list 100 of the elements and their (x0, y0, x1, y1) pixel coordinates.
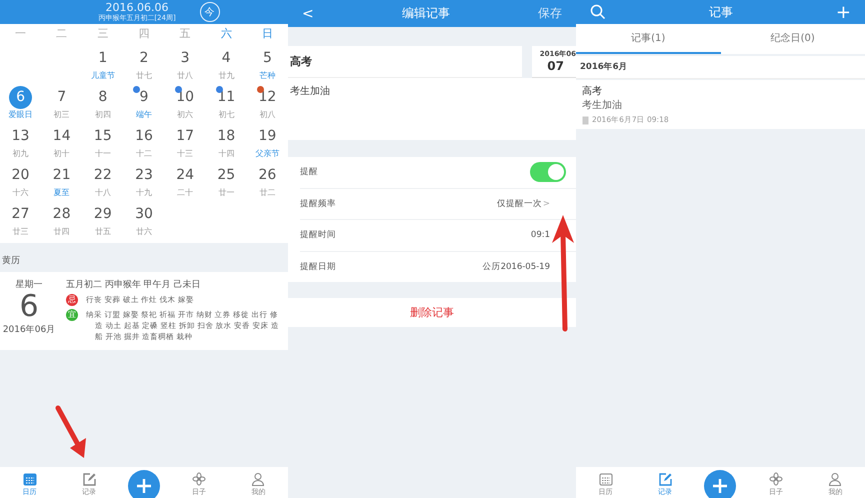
lunar-label: 廿八 (177, 70, 194, 81)
weekday-label: 六 (220, 26, 233, 42)
document-icon (582, 116, 589, 124)
almanac-badge: 宜 (66, 309, 78, 321)
day-number[interactable]: 27 (9, 203, 32, 226)
person-icon (251, 472, 266, 486)
setting-value[interactable]: 09:1 (530, 230, 550, 240)
day-number[interactable]: 30 (132, 203, 156, 226)
day-number[interactable]: 4 (214, 47, 238, 70)
lunar-label: 廿一 (218, 187, 234, 198)
lunar-label: 初七 (218, 109, 234, 120)
lunar-label: 廿四 (54, 226, 70, 237)
weekday-label: 三 (96, 26, 110, 42)
content-input[interactable]: 考生加油 (288, 78, 576, 140)
lunar-label: 廿二 (259, 187, 276, 198)
day-number[interactable]: 29 (91, 203, 114, 226)
header-title: 编辑记事 (402, 5, 450, 22)
weekday-label: 一 (14, 26, 28, 42)
setting-label: 提醒日期 (300, 260, 336, 273)
tab[interactable]: 纪念日(0) (720, 24, 865, 54)
big-day-number: 6 (19, 291, 39, 323)
lunar-date-text: 五月初二 丙申猴年 甲午月 己未日 (66, 278, 202, 291)
edit-note-icon (82, 472, 96, 486)
day-number[interactable]: 18 (214, 125, 238, 148)
setting-value[interactable]: 仅提醒一次> (496, 198, 550, 210)
header-title: 记事 (708, 4, 733, 20)
day-number[interactable]: 15 (91, 125, 114, 148)
lunar-label: 初六 (177, 109, 194, 120)
day-number[interactable]: 22 (91, 164, 114, 187)
day-number[interactable]: 16 (132, 125, 156, 148)
lunar-label: 廿七 (136, 70, 152, 81)
calendar-icon (22, 472, 37, 486)
reminder-toggle[interactable] (530, 162, 566, 182)
plus-icon (134, 477, 153, 495)
day-number[interactable]: 25 (214, 164, 238, 187)
lunar-label: 十一 (94, 148, 111, 159)
day-number[interactable]: 26 (256, 164, 279, 187)
weekday-label: 四 (137, 26, 150, 42)
lunar-label: 十四 (218, 148, 234, 159)
day-number[interactable]: 14 (50, 125, 74, 148)
lunar-label: 廿六 (136, 226, 152, 237)
weekday-text: 星期一 (16, 278, 42, 291)
lunar-label: 十九 (136, 187, 152, 198)
search-icon[interactable] (590, 4, 606, 20)
lunar-label: 十六 (12, 187, 29, 198)
calendar-icon (598, 472, 613, 486)
weekday-label: 日 (260, 26, 274, 42)
day-number[interactable]: 19 (256, 125, 279, 148)
section-header: 2016年6月 (576, 56, 865, 79)
day-number[interactable]: 21 (50, 164, 74, 187)
pinwheel-icon (192, 472, 206, 486)
day-number[interactable]: 7 (50, 86, 74, 109)
lunar-label: 廿三 (12, 226, 29, 237)
lunar-label: 儿童节 (90, 70, 115, 81)
lunar-label: 芒种 (259, 70, 276, 81)
lunar-label: 二十 (177, 187, 194, 198)
title-input[interactable]: 高考 (288, 46, 522, 78)
tab[interactable]: 记事(1) (576, 24, 720, 54)
person-icon (828, 472, 842, 486)
lunar-label: 初四 (94, 109, 111, 120)
lunar-label: 廿五 (94, 226, 111, 237)
edit-note-icon (658, 472, 672, 486)
lunar-label: 父亲节 (255, 148, 280, 159)
day-number[interactable]: 1 (91, 47, 114, 70)
lunar-label: 爱眼日 (8, 109, 33, 120)
header-date: 2016.06.06 (106, 2, 168, 14)
add-button[interactable] (704, 470, 736, 498)
lunar-label: 初三 (54, 109, 70, 120)
setting-label: 提醒频率 (300, 198, 336, 210)
day-number[interactable]: 13 (9, 125, 32, 148)
delete-button[interactable]: 删除记事 (288, 298, 576, 327)
day-number[interactable]: 20 (9, 164, 32, 187)
note-title: 高考 (582, 84, 603, 98)
lunar-label: 端午 (136, 109, 152, 120)
day-number[interactable]: 9 (132, 86, 156, 109)
day-number[interactable]: 23 (132, 164, 156, 187)
day-number[interactable]: 17 (174, 125, 197, 148)
month-text: 2016年06月 (2, 324, 56, 336)
day-number[interactable]: 24 (174, 164, 197, 187)
lunar-label: 夏至 (54, 187, 70, 198)
note-content: 考生加油 (582, 98, 623, 112)
setting-label: 提醒时间 (300, 229, 336, 242)
lunar-label: 初八 (259, 109, 276, 120)
day-number[interactable]: 3 (174, 47, 197, 70)
almanac-badge: 忌 (66, 294, 78, 306)
day-number[interactable]: 2 (132, 47, 156, 70)
day-number[interactable]: 28 (50, 203, 74, 226)
lunar-label: 廿九 (218, 70, 234, 81)
plus-icon (711, 477, 730, 495)
weekday-label: 二 (55, 26, 68, 42)
day-number[interactable]: 5 (256, 47, 279, 70)
weekday-label: 五 (178, 26, 192, 42)
lunar-label: 十三 (177, 148, 194, 159)
lunar-label: 十八 (94, 187, 111, 198)
day-number[interactable]: 8 (91, 86, 114, 109)
setting-value[interactable]: 公历2016-05-19 (482, 260, 550, 273)
lunar-label: 初九 (12, 148, 29, 159)
pinwheel-icon (768, 472, 783, 486)
lunar-label: 十二 (136, 148, 152, 159)
add-button[interactable] (128, 470, 160, 498)
